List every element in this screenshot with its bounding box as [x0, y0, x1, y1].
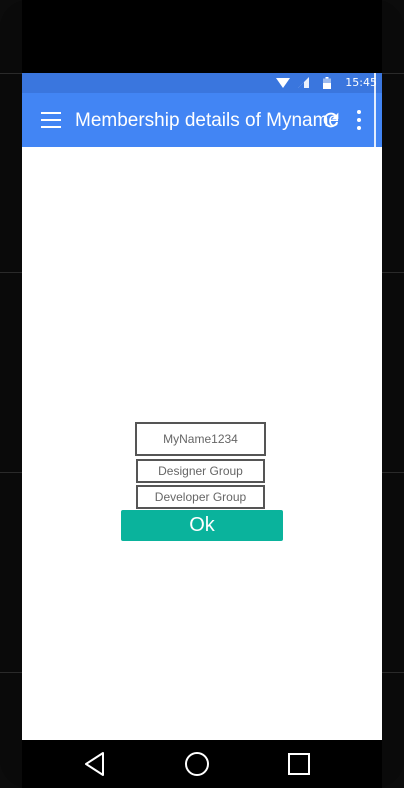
refresh-icon[interactable]: [320, 109, 342, 131]
page-title: Membership details of Myname: [75, 110, 339, 131]
battery-icon: [323, 77, 331, 89]
member-name-field[interactable]: MyName1234: [135, 422, 266, 456]
content-area: MyName1234 Designer Group Developer Grou…: [22, 147, 382, 740]
frame-divider: [0, 672, 22, 673]
frame-divider: [0, 472, 22, 473]
hamburger-menu-icon[interactable]: [41, 112, 61, 128]
status-bar: 15:45: [22, 73, 382, 93]
frame-divider: [382, 472, 404, 473]
ok-button[interactable]: Ok: [121, 510, 283, 541]
more-vert-icon[interactable]: [352, 109, 366, 131]
edge-indicator: [374, 73, 376, 147]
phone-screen: 15:45 Membership details of Myname MyNam…: [22, 0, 382, 788]
group-item-developer[interactable]: Developer Group: [136, 485, 265, 509]
frame-divider: [382, 672, 404, 673]
signal-icon: [298, 77, 309, 88]
home-icon[interactable]: [182, 750, 212, 778]
frame-divider: [382, 73, 404, 74]
wifi-icon: [276, 78, 290, 88]
app-bar: Membership details of Myname: [22, 93, 382, 147]
frame-divider: [0, 272, 22, 273]
navigation-bar: [22, 740, 382, 788]
group-item-designer[interactable]: Designer Group: [136, 459, 265, 483]
back-icon[interactable]: [82, 750, 112, 778]
status-time: 15:45: [345, 76, 377, 89]
recents-icon[interactable]: [284, 750, 314, 778]
frame-divider: [382, 272, 404, 273]
frame-divider: [0, 73, 22, 74]
